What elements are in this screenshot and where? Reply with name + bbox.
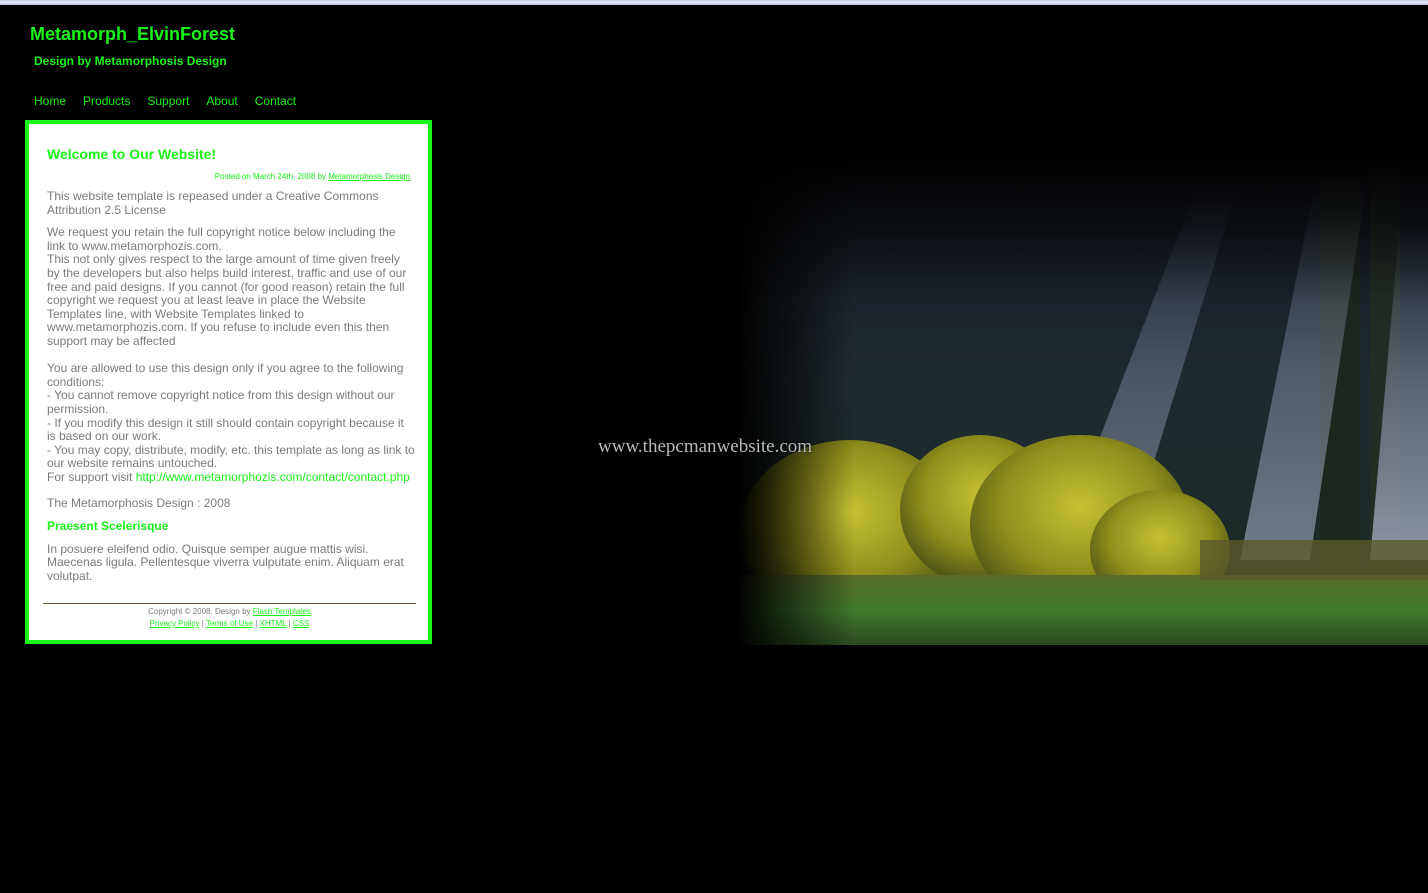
conditions-intro: You are allowed to use this design only …: [47, 361, 404, 389]
flash-templates-link[interactable]: Flash Templates: [253, 607, 311, 616]
forest-scene: [440, 120, 1428, 645]
footer-links: Privacy Policy | Terms of Use | XHTML | …: [43, 618, 416, 630]
post-meta: Posted on March 24th, 2008 by Metamorpho…: [215, 172, 410, 181]
site-title: Metamorph_ElvinForest: [30, 24, 236, 44]
main-nav: Home Products Support About Contact: [34, 94, 313, 108]
copyright-text: Copyright © 2008. Design by: [148, 607, 253, 616]
support-link[interactable]: http://www.metamorphozis.com/contact/con…: [136, 470, 410, 484]
signature: The Metamorphosis Design : 2008: [47, 496, 231, 511]
nav-support[interactable]: Support: [147, 94, 189, 108]
license-paragraph: This website template is repeased under …: [47, 189, 379, 217]
copyright-request-text: We request you retain the full copyright…: [47, 225, 396, 253]
nav-contact[interactable]: Contact: [255, 94, 296, 108]
condition-item: - You may copy, distribute, modify, etc.…: [47, 442, 415, 471]
posted-date: Posted on March 24th, 2008 by: [214, 172, 329, 181]
support-prefix: For support visit: [47, 469, 136, 484]
xhtml-link[interactable]: XHTML: [260, 619, 287, 628]
section-title: Praesent Scelerisque: [47, 519, 169, 534]
conditions-paragraph: You are allowed to use this design only …: [47, 361, 415, 484]
copyright-line: Copyright © 2008. Design by Flash Templa…: [43, 606, 416, 618]
content-panel: Welcome to Our Website! Posted on March …: [25, 120, 432, 644]
nav-home[interactable]: Home: [34, 94, 66, 108]
section-paragraph: In posuere eleifend odio. Quisque semper…: [47, 541, 404, 583]
footer-divider: [43, 603, 416, 604]
privacy-policy-link[interactable]: Privacy Policy: [150, 619, 200, 628]
footer: Copyright © 2008. Design by Flash Templa…: [43, 606, 416, 630]
browser-top-edge: [0, 0, 1428, 5]
site-subtitle: Design by Metamorphosis Design: [34, 54, 227, 68]
terms-of-use-link[interactable]: Terms of Use: [206, 619, 253, 628]
author-link[interactable]: Metamorphosis Design: [328, 172, 410, 181]
css-link[interactable]: CSS: [293, 619, 309, 628]
condition-item: - If you modify this design it still sho…: [47, 415, 404, 444]
nav-about[interactable]: About: [206, 94, 237, 108]
hero-forest-image: [440, 120, 1428, 645]
copyright-request-paragraph: We request you retain the full copyright…: [47, 225, 415, 348]
post-body: This website template is repeased under …: [47, 189, 415, 592]
copyright-reason-text: This not only gives respect to the large…: [47, 252, 407, 348]
nav-products[interactable]: Products: [83, 94, 130, 108]
condition-item: - You cannot remove copyright notice fro…: [47, 388, 395, 416]
post-title: Welcome to Our Website!: [47, 146, 217, 162]
watermark-text: www.thepcmanwebsite.com: [598, 436, 813, 457]
